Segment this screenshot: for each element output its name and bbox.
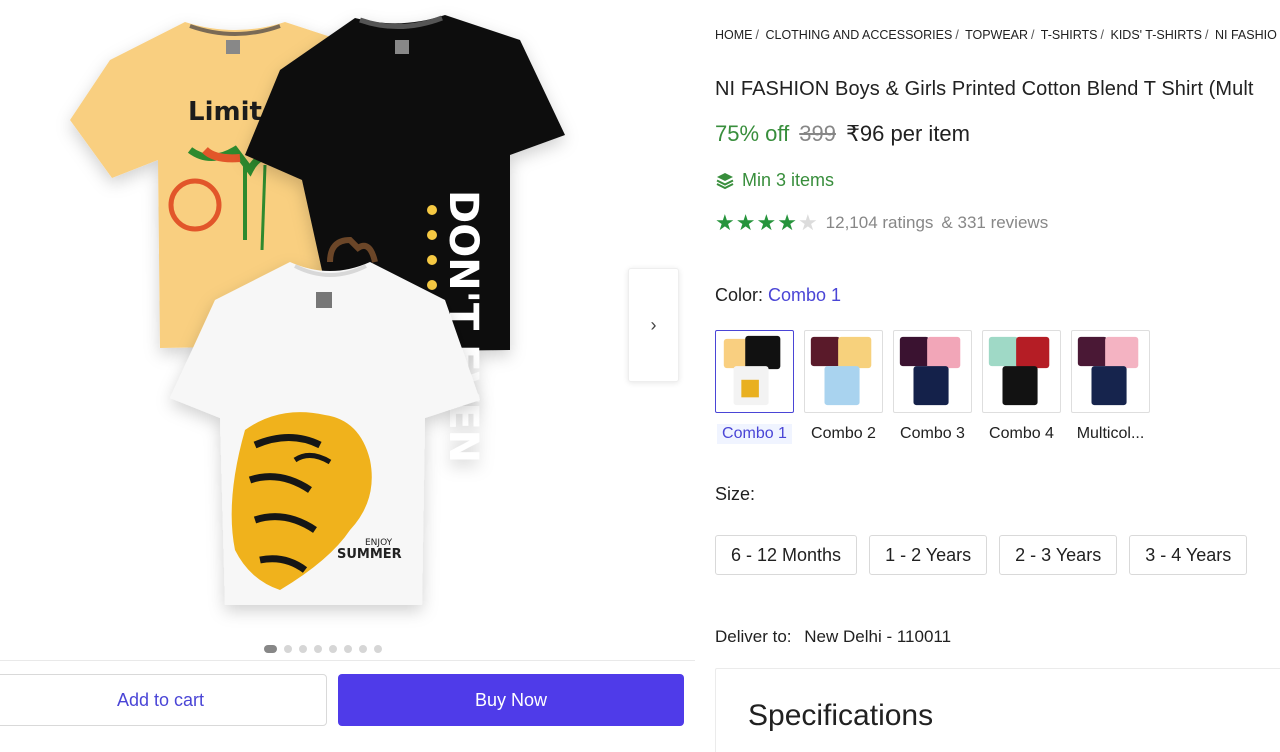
- swatch-label: Combo 3: [900, 425, 965, 442]
- rating-stars: ★ ★ ★ ★ ★: [715, 212, 818, 234]
- breadcrumb-item-brand[interactable]: NI FASHIO: [1215, 28, 1277, 42]
- product-title: NI FASHION Boys & Girls Printed Cotton B…: [715, 78, 1254, 100]
- buy-now-button[interactable]: Buy Now: [338, 674, 684, 726]
- swatch-image: [982, 330, 1061, 413]
- color-swatch-combo-4[interactable]: Combo 4: [982, 330, 1061, 444]
- breadcrumb-item-clothing[interactable]: Clothing and Accessories: [765, 28, 952, 42]
- star-icon: ★: [756, 210, 777, 235]
- size-option-6-12-months[interactable]: 6 - 12 Months: [715, 535, 858, 575]
- pagination-dot[interactable]: [374, 645, 382, 653]
- color-swatch-multicolor[interactable]: Multicol...: [1071, 330, 1150, 444]
- product-main-image[interactable]: Limited Edition DON'T EVEN: [40, 0, 600, 632]
- breadcrumb: Home / Clothing and Accessories / Topwear /…: [715, 28, 1277, 42]
- size-option-2-3-years[interactable]: 2 - 3 Years: [999, 535, 1118, 575]
- product-gallery: Limited Edition DON'T EVEN: [0, 0, 695, 752]
- size-options: 6 - 12 Months 1 - 2 Years 2 - 3 Years 3 …: [715, 535, 1248, 575]
- swatch-label: Combo 2: [811, 425, 876, 442]
- min-items-text: Min 3 items: [742, 170, 835, 190]
- breadcrumb-item-topwear[interactable]: Topwear: [965, 28, 1028, 42]
- pagination-dot[interactable]: [284, 645, 292, 653]
- swatch-label: Multicol...: [1076, 425, 1145, 442]
- color-swatch-combo-1[interactable]: Combo 1: [715, 330, 794, 444]
- pagination-dot[interactable]: [314, 645, 322, 653]
- tee3-big-text: SUMMER: [337, 547, 402, 562]
- selling-price: ₹96 per item: [845, 121, 970, 146]
- deliver-label: Deliver to:: [715, 627, 792, 646]
- specifications-title[interactable]: Specifications: [748, 699, 933, 733]
- breadcrumb-item-kids-tshirts[interactable]: Kids' T-Shirts: [1110, 28, 1202, 42]
- color-label-text: Color:: [715, 285, 764, 305]
- stack-layers-icon: [716, 172, 734, 189]
- star-icon: ★: [735, 210, 756, 235]
- pagination-dot[interactable]: [264, 645, 277, 653]
- star-icon: ★: [777, 210, 797, 235]
- swatch-image: [715, 330, 794, 413]
- swatch-image: [893, 330, 972, 413]
- delivery-location-value[interactable]: New Delhi - 110011: [804, 627, 951, 646]
- color-swatch-combo-2[interactable]: Combo 2: [804, 330, 883, 444]
- star-icon: ★: [715, 210, 735, 235]
- breadcrumb-item-tshirts[interactable]: T-Shirts: [1041, 28, 1098, 42]
- swatch-image: [804, 330, 883, 413]
- pagination-dot[interactable]: [359, 645, 367, 653]
- pagination-dot[interactable]: [329, 645, 337, 653]
- min-items-badge: Min 3 items: [715, 170, 834, 191]
- next-image-button[interactable]: ›: [628, 268, 679, 382]
- add-to-cart-button[interactable]: Add to cart: [0, 674, 327, 726]
- delivery-location: Deliver to: New Delhi - 110011: [715, 627, 951, 647]
- specifications-card: Specifications: [715, 668, 1280, 752]
- swatch-image: [1071, 330, 1150, 413]
- reviews-count: & 331 reviews: [941, 213, 1049, 232]
- size-option-1-2-years[interactable]: 1 - 2 Years: [869, 535, 988, 575]
- color-label: Color: Combo 1: [715, 285, 841, 306]
- swatch-label: Combo 1: [717, 424, 792, 444]
- price-row: 75% off 399 ₹96 per item: [715, 121, 970, 147]
- star-icon: ★: [797, 210, 818, 235]
- selected-color: Combo 1: [768, 285, 842, 305]
- breadcrumb-item-home[interactable]: Home: [715, 28, 753, 42]
- pagination-dot[interactable]: [344, 645, 352, 653]
- product-info-panel: Home / Clothing and Accessories / Topwear /…: [715, 0, 1280, 752]
- chevron-right-icon: ›: [650, 314, 657, 335]
- swatch-label: Combo 4: [989, 425, 1054, 442]
- discount-percent: 75% off: [715, 121, 790, 146]
- ratings-count: 12,104 ratings: [825, 213, 934, 232]
- purchase-action-bar: Add to cart Buy Now: [0, 660, 695, 752]
- original-price: 399: [799, 121, 836, 146]
- rating-row[interactable]: ★ ★ ★ ★ ★ 12,104 ratings & 331 reviews: [715, 212, 1048, 234]
- white-tshirt: ENJOY SUMMER: [170, 262, 480, 605]
- pagination-dot[interactable]: [299, 645, 307, 653]
- size-label: Size:: [715, 484, 756, 504]
- color-swatches: Combo 1 Combo 2 Combo 3 Combo 4 Multicol…: [715, 330, 1150, 444]
- image-pagination-dots: [264, 645, 382, 653]
- color-swatch-combo-3[interactable]: Combo 3: [893, 330, 972, 444]
- size-option-3-4-years[interactable]: 3 - 4 Years: [1129, 535, 1248, 575]
